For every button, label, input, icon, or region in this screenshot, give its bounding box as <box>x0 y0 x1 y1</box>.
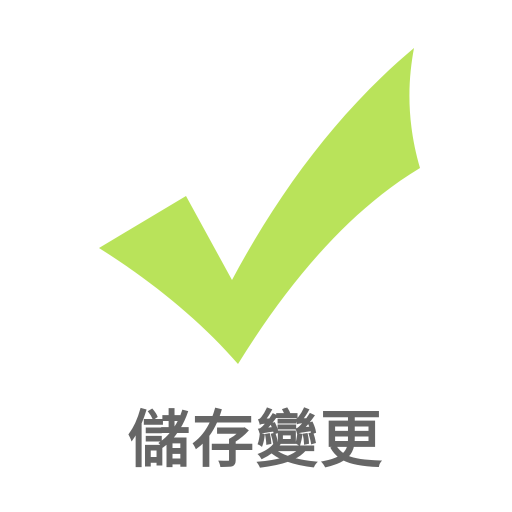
check-icon <box>99 48 420 364</box>
save-changes-label: 儲存變更 <box>127 403 384 476</box>
save-changes-button[interactable]: 儲存變更 <box>0 0 512 512</box>
